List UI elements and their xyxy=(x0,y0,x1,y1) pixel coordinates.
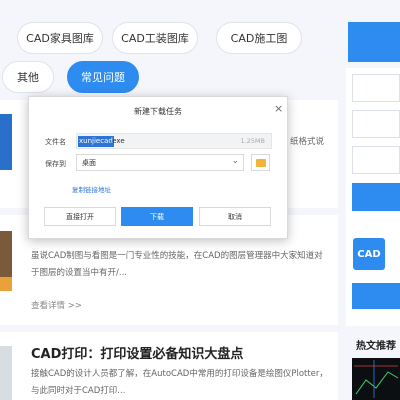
hot-articles-title: 热文推荐 xyxy=(356,341,396,352)
browse-folder-button[interactable] xyxy=(251,154,270,171)
cad-drawing-thumbnail xyxy=(354,360,399,398)
filename-label: 文件名 xyxy=(45,138,66,146)
article-snippet: 接触CAD的设计人员都了解，在AutoCAD中常用的打印设备是绘图仪Plotte… xyxy=(31,369,328,396)
saveto-label: 保存到 xyxy=(45,160,66,168)
copy-link-address[interactable]: 复制链接地址 xyxy=(72,184,111,194)
saveto-value: 桌面 xyxy=(82,159,96,167)
tab-other[interactable]: 其他 xyxy=(2,61,54,93)
open-directly-button[interactable]: 直接打开 xyxy=(44,207,116,226)
sidebar-input[interactable] xyxy=(352,110,400,138)
article-thumbnail xyxy=(0,114,12,170)
filename-selected-text: xunjiecad xyxy=(78,136,114,147)
cad-logo-icon: CAD xyxy=(353,238,385,270)
article-snippet: 虽说CAD制图与看图是一门专业性的技能，在CAD的图层管理器中大家知道对于图层的… xyxy=(31,251,323,278)
category-tabs: CAD家具图库 CAD工装图库 CAD施工图 其他 常见问题 xyxy=(0,0,338,100)
tab-cad-construction[interactable]: CAD施工图 xyxy=(216,22,302,54)
read-more-link[interactable]: 查看详情 >> xyxy=(31,299,82,311)
article-thumbnail xyxy=(0,346,12,400)
saveto-select[interactable]: 桌面 ⌄ xyxy=(76,154,244,171)
sidebar-banner[interactable] xyxy=(348,22,400,62)
dialog-title: 新建下载任务 xyxy=(134,107,182,116)
folder-icon xyxy=(256,159,266,167)
article-title[interactable]: CAD打印：打印设置必备知识大盘点 xyxy=(31,343,243,362)
filename-field[interactable]: xunjiecad .exe 1.25MB xyxy=(76,133,272,149)
article-thumbnail-badge xyxy=(0,277,12,291)
sidebar-input[interactable] xyxy=(352,146,400,174)
tab-faq[interactable]: 常见问题 xyxy=(67,61,139,93)
sidebar-submit-button[interactable] xyxy=(352,183,400,211)
cancel-button[interactable]: 取消 xyxy=(199,207,271,226)
filename-extension: .exe xyxy=(110,137,125,145)
chevron-down-icon: ⌄ xyxy=(231,156,239,166)
sidebar-input[interactable] xyxy=(352,74,400,102)
download-dialog: 新建下载任务 × 文件名 xunjiecad .exe 1.25MB 保存到 桌… xyxy=(28,96,288,239)
tab-cad-furniture[interactable]: CAD家具图库 xyxy=(17,22,103,54)
tab-cad-tooling[interactable]: CAD工装图库 xyxy=(112,22,198,54)
file-size: 1.25MB xyxy=(240,137,265,145)
sidebar-download-button[interactable] xyxy=(352,283,400,309)
article-snippet-fragment: 纸格式说 xyxy=(290,137,325,147)
article-thumbnail xyxy=(0,231,12,277)
hot-article-thumbnail[interactable] xyxy=(352,358,400,400)
cad-logo-text: CAD xyxy=(357,248,381,260)
download-button[interactable]: 下载 xyxy=(121,207,193,226)
close-icon[interactable]: × xyxy=(274,102,283,115)
